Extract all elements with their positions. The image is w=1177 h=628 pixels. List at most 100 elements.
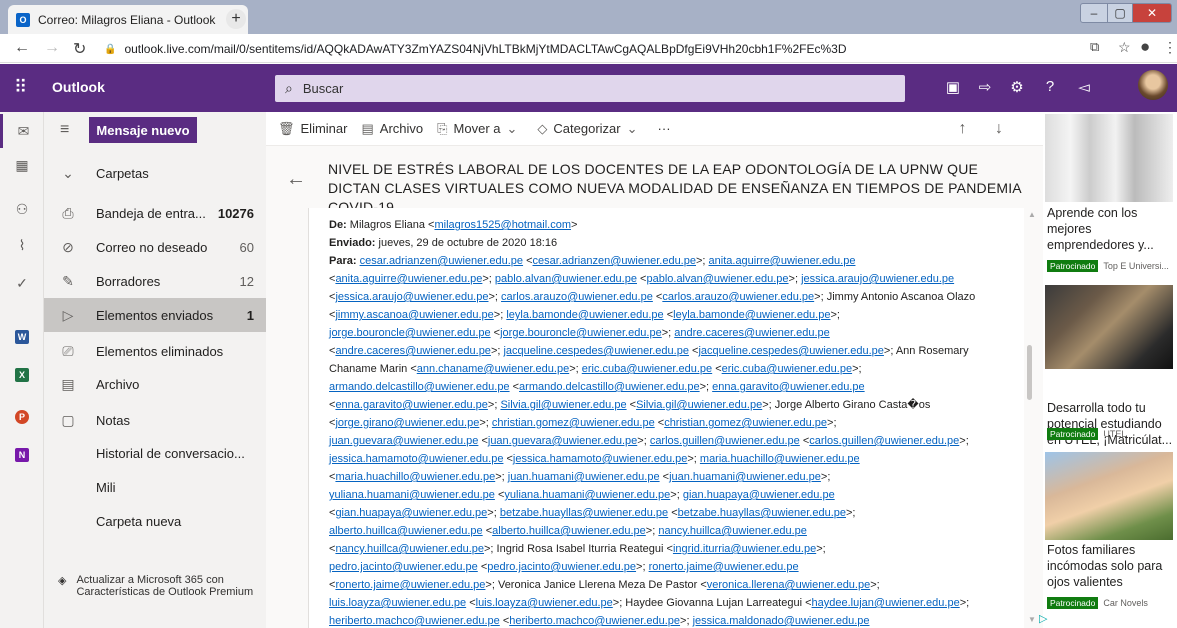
recipient-email-link[interactable]: jessica.araujo@uwiener.edu.pe	[801, 273, 954, 285]
teams-icon[interactable]: ▣	[943, 78, 963, 96]
word-icon[interactable]: W	[15, 330, 29, 344]
new-tab-button[interactable]: +	[226, 9, 246, 29]
ad-choices-icon[interactable]: ▷	[1039, 612, 1047, 625]
folder-archive[interactable]: ▤ Archivo	[44, 367, 266, 401]
recipient-email-link[interactable]: pablo.alvan@uwiener.edu.pe	[495, 273, 637, 285]
todo-icon[interactable]: ✓	[0, 266, 44, 300]
folder-sent[interactable]: ▷ Elementos enviados 1	[44, 298, 266, 332]
recipient-email-link[interactable]: ingrid.iturria@uwiener.edu.pe	[673, 543, 816, 555]
recipient-email-link[interactable]: anita.aguirre@uwiener.edu.pe	[335, 273, 482, 285]
recipient-email-link[interactable]: heriberto.machco@uwiener.edu.pe	[329, 615, 500, 627]
categorize-button[interactable]: ◇ Categorizar ⌄	[537, 121, 643, 137]
recipient-email-link[interactable]: christian.gomez@uwiener.edu.pe	[664, 417, 827, 429]
recipient-email-link[interactable]: carlos.guillen@uwiener.edu.pe	[650, 435, 800, 447]
recipient-email-link[interactable]: veronica.llerena@uwiener.edu.pe	[707, 579, 870, 591]
recipient-email-link[interactable]: alberto.huillca@uwiener.edu.pe	[329, 525, 483, 537]
recipient-email-link[interactable]: christian.gomez@uwiener.edu.pe	[492, 417, 655, 429]
move-to-button[interactable]: ⎘ Mover a ⌄	[437, 121, 523, 137]
recipient-email-link[interactable]: jessica.hamamoto@uwiener.edu.pe	[329, 453, 503, 465]
recipient-email-link[interactable]: andre.caceres@uwiener.edu.pe	[335, 345, 491, 357]
more-actions-button[interactable]: ···	[658, 121, 671, 136]
bookmark-star-icon[interactable]: ☆	[1118, 39, 1131, 56]
hamburger-menu-icon[interactable]: ≡	[60, 121, 69, 139]
scrollbar-thumb[interactable]	[1027, 345, 1032, 400]
translate-icon[interactable]: ⧉	[1090, 39, 1099, 55]
folder-mili[interactable]: Mili	[44, 470, 266, 504]
recipient-email-link[interactable]: haydee.lujan@uwiener.edu.pe	[812, 597, 960, 609]
recipient-email-link[interactable]: luis.loayza@uwiener.edu.pe	[329, 597, 466, 609]
folder-conversation-history[interactable]: Historial de conversacio...	[44, 436, 266, 470]
recipient-email-link[interactable]: Silvia.gil@uwiener.edu.pe	[500, 399, 626, 411]
recipient-email-link[interactable]: maria.huachillo@uwiener.edu.pe	[700, 453, 860, 465]
recipient-email-link[interactable]: enna.garavito@uwiener.edu.pe	[712, 381, 864, 393]
recipient-email-link[interactable]: jorge.bouroncle@uwiener.edu.pe	[500, 327, 662, 339]
recipient-email-link[interactable]: juan.guevara@uwiener.edu.pe	[488, 435, 637, 447]
recipient-email-link[interactable]: pedro.jacinto@uwiener.edu.pe	[487, 561, 636, 573]
app-name[interactable]: Outlook	[52, 79, 105, 95]
recipient-email-link[interactable]: jessica.hamamoto@uwiener.edu.pe	[513, 453, 687, 465]
app-launcher-icon[interactable]: ⠿	[14, 77, 27, 98]
recipient-email-link[interactable]: heriberto.machco@uwiener.edu.pe	[509, 615, 680, 627]
recipient-email-link[interactable]: carlos.arauzo@uwiener.edu.pe	[501, 291, 653, 303]
ad-text-1[interactable]: Aprende con los mejores emprendedores y.…	[1047, 205, 1173, 253]
recipient-email-link[interactable]: armando.delcastillo@uwiener.edu.pe	[519, 381, 700, 393]
folder-deleted[interactable]: ⎚ Elementos eliminados	[44, 334, 266, 368]
recipient-email-link[interactable]: alberto.huillca@uwiener.edu.pe	[492, 525, 646, 537]
scroll-up-arrow-icon[interactable]: ▲	[1028, 210, 1036, 219]
user-avatar[interactable]	[1138, 70, 1168, 100]
url-field[interactable]: 🔒 outlook.live.com/mail/0/sentitems/id/A…	[104, 39, 1114, 59]
people-icon[interactable]: ⚇	[0, 192, 44, 226]
recipient-email-link[interactable]: juan.huamani@uwiener.edu.pe	[508, 471, 660, 483]
recipient-email-link[interactable]: ann.chaname@uwiener.edu.pe	[417, 363, 569, 375]
folder-inbox[interactable]: ⎙ Bandeja de entra... 10276	[44, 196, 266, 230]
archive-button[interactable]: ▤ Archivo	[361, 121, 423, 137]
recipient-email-link[interactable]: yuliana.huamani@uwiener.edu.pe	[504, 489, 670, 501]
folders-section-toggle[interactable]: ⌄ Carpetas	[44, 156, 266, 190]
recipient-email-link[interactable]: pedro.jacinto@uwiener.edu.pe	[329, 561, 478, 573]
recipient-email-link[interactable]: ronerto.jaime@uwiener.edu.pe	[649, 561, 799, 573]
ad-image-3[interactable]	[1045, 452, 1173, 540]
feedback-icon[interactable]: ◅	[1074, 78, 1094, 96]
folder-notes[interactable]: ▢ Notas	[44, 403, 266, 437]
upgrade-link[interactable]: ◈ Actualizar a Microsoft 365 con Caracte…	[58, 574, 258, 598]
browser-tab[interactable]: O Correo: Milagros Eliana - Outlook ×	[8, 5, 248, 34]
folder-drafts[interactable]: ✎ Borradores 12	[44, 264, 266, 298]
recipient-email-link[interactable]: yuliana.huamani@uwiener.edu.pe	[329, 489, 495, 501]
recipient-email-link[interactable]: enna.garavito@uwiener.edu.pe	[335, 399, 487, 411]
new-message-button[interactable]: Mensaje nuevo	[89, 117, 197, 143]
recipient-email-link[interactable]: gian.huapaya@uwiener.edu.pe	[335, 507, 487, 519]
recipient-email-link[interactable]: carlos.guillen@uwiener.edu.pe	[809, 435, 959, 447]
recipient-email-link[interactable]: jessica.maldonado@uwiener.edu.pe	[693, 615, 870, 627]
recipient-email-link[interactable]: jorge.girano@uwiener.edu.pe	[335, 417, 479, 429]
forward-arrow-icon[interactable]: →	[44, 39, 60, 57]
recipient-email-link[interactable]: maria.huachillo@uwiener.edu.pe	[335, 471, 495, 483]
next-message-arrow-icon[interactable]: ↓	[995, 120, 1003, 137]
recipient-email-link[interactable]: andre.caceres@uwiener.edu.pe	[674, 327, 830, 339]
mail-icon[interactable]: ✉	[0, 114, 44, 148]
recipient-email-link[interactable]: betzabe.huayllas@uwiener.edu.pe	[500, 507, 668, 519]
help-icon[interactable]: ?	[1040, 78, 1060, 95]
powerpoint-icon[interactable]: P	[15, 410, 29, 424]
ad-image-1[interactable]	[1045, 114, 1173, 202]
ad-text-2[interactable]: Desarrolla todo tu potencial estudiando …	[1047, 400, 1173, 448]
recipient-email-link[interactable]: jessica.araujo@uwiener.edu.pe	[335, 291, 488, 303]
browser-menu-icon[interactable]: ⋮	[1163, 39, 1177, 56]
from-email-link[interactable]: milagros1525@hotmail.com	[434, 219, 571, 231]
recipient-email-link[interactable]: jacqueline.cespedes@uwiener.edu.pe	[503, 345, 688, 357]
profile-icon[interactable]: ●	[1140, 37, 1150, 57]
paperclip-icon[interactable]: ⌇	[0, 228, 44, 262]
recipient-email-link[interactable]: leyla.bamonde@uwiener.edu.pe	[673, 309, 830, 321]
folder-junk[interactable]: ⊘ Correo no deseado 60	[44, 230, 266, 264]
recipient-email-link[interactable]: juan.guevara@uwiener.edu.pe	[329, 435, 478, 447]
minimize-button[interactable]: –	[1080, 3, 1108, 23]
scroll-down-arrow-icon[interactable]: ▼	[1028, 615, 1036, 624]
recipient-email-link[interactable]: carlos.arauzo@uwiener.edu.pe	[662, 291, 814, 303]
recipient-email-link[interactable]: pablo.alvan@uwiener.edu.pe	[646, 273, 788, 285]
excel-icon[interactable]: X	[15, 368, 29, 382]
recipient-email-link[interactable]: armando.delcastillo@uwiener.edu.pe	[329, 381, 510, 393]
recipient-email-link[interactable]: gian.huapaya@uwiener.edu.pe	[683, 489, 835, 501]
folder-carpeta-nueva[interactable]: Carpeta nueva	[44, 504, 266, 538]
maximize-button[interactable]: ▢	[1107, 3, 1133, 23]
back-arrow-icon[interactable]: ←	[14, 39, 30, 57]
recipient-email-link[interactable]: eric.cuba@uwiener.edu.pe	[582, 363, 712, 375]
